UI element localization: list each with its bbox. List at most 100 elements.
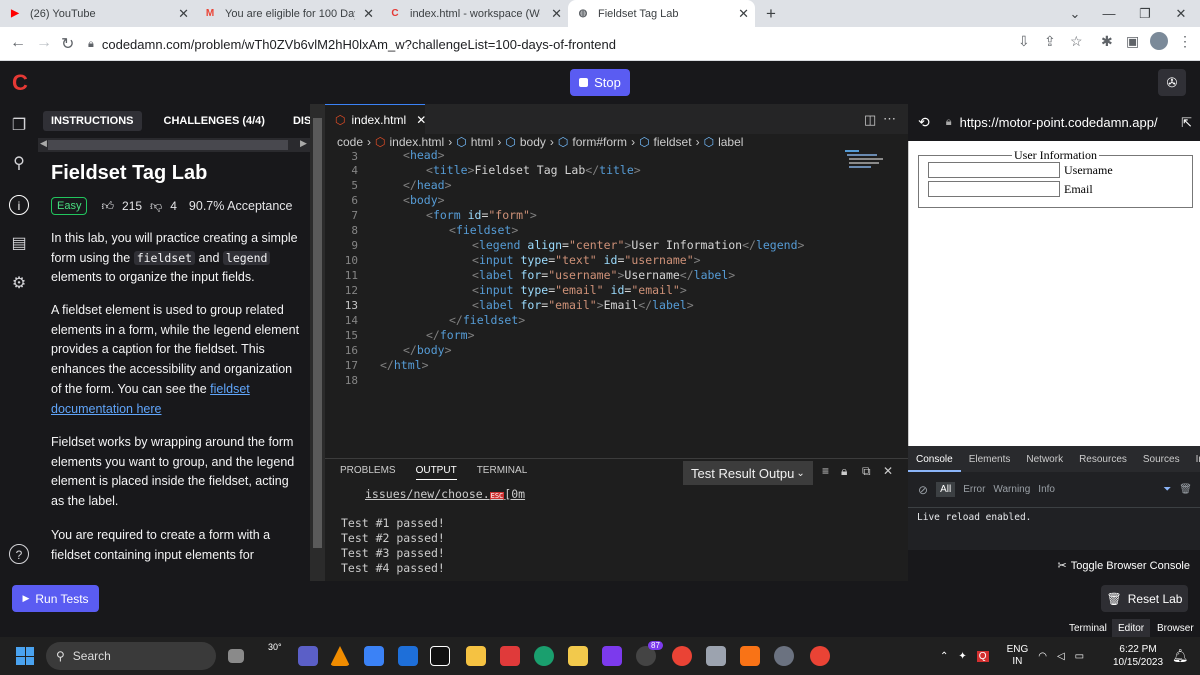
filter-funnel-icon[interactable]: ⏷ bbox=[1163, 484, 1171, 495]
notification-bell-icon[interactable]: 🔔︎ bbox=[1172, 648, 1189, 664]
reload-icon[interactable]: ↻ bbox=[61, 34, 74, 54]
forward-icon[interactable]: → bbox=[36, 34, 52, 52]
tab-challenges[interactable]: CHALLENGES (4/4) bbox=[156, 111, 273, 131]
search-icon[interactable]: ⚲ bbox=[9, 154, 29, 174]
toggle-console-button[interactable]: ✂ Toggle Browser Console bbox=[908, 550, 1200, 581]
taskbar-search[interactable]: ⚲ Search bbox=[46, 642, 216, 670]
sublime-icon[interactable] bbox=[740, 646, 760, 666]
more-actions-icon[interactable]: ⋯ bbox=[883, 111, 896, 127]
code-app-icon[interactable] bbox=[430, 646, 450, 666]
tab-gmail[interactable]: M You are eligible for 100 Days Of ✕ bbox=[195, 0, 380, 27]
tab-instructions[interactable]: INSTRUCTIONS bbox=[43, 111, 142, 131]
volume-icon[interactable]: ◁ bbox=[1057, 651, 1065, 662]
horizontal-scrollbar[interactable]: ◀ ▶ bbox=[38, 138, 310, 152]
filter-warning[interactable]: Warning bbox=[993, 484, 1030, 495]
crumb[interactable]: label bbox=[718, 135, 743, 149]
input-language[interactable]: ENG IN bbox=[1007, 644, 1029, 668]
crumb[interactable]: html bbox=[471, 135, 494, 149]
app-icon[interactable] bbox=[774, 646, 794, 666]
crumb[interactable]: body bbox=[520, 135, 546, 149]
edge-icon[interactable] bbox=[534, 646, 554, 666]
weather-widget[interactable]: 30° bbox=[268, 642, 282, 652]
tab-resources[interactable]: Resources bbox=[1071, 454, 1135, 465]
mail-icon[interactable] bbox=[398, 646, 418, 666]
lock-scroll-icon[interactable]: 🔒︎ bbox=[841, 464, 847, 479]
extensions-icon[interactable]: ✱ bbox=[1101, 33, 1113, 50]
codedamn-logo[interactable]: C bbox=[12, 70, 28, 96]
install-icon[interactable]: ⇩ bbox=[1018, 33, 1030, 50]
clock[interactable]: 6:22 PM 10/15/2023 bbox=[1113, 643, 1163, 669]
scrollbar-thumb[interactable] bbox=[48, 140, 288, 150]
tab-info[interactable]: Info bbox=[1188, 454, 1200, 465]
windows-start-icon[interactable] bbox=[16, 647, 34, 665]
close-tab-icon[interactable]: ✕ bbox=[178, 6, 189, 22]
refresh-icon[interactable]: ⟲ bbox=[918, 114, 930, 131]
tab-discussion[interactable]: DISCUS bbox=[285, 111, 310, 131]
run-tests-button[interactable]: ▶ Run Tests bbox=[12, 585, 99, 612]
help-icon[interactable]: ? bbox=[9, 544, 29, 564]
minimize-button[interactable]: — bbox=[1090, 0, 1128, 27]
files-icon[interactable]: ❐ bbox=[9, 116, 29, 136]
tab-sources[interactable]: Sources bbox=[1135, 454, 1188, 465]
scrollbar-thumb[interactable] bbox=[313, 118, 322, 548]
bookmark-star-icon[interactable]: ☆ bbox=[1070, 33, 1083, 50]
instructions-scrollbar[interactable] bbox=[310, 104, 325, 581]
trash-icon[interactable]: 🗑︎ bbox=[1179, 484, 1192, 495]
tab-search-icon[interactable]: ⌄ bbox=[1056, 0, 1094, 27]
teams-icon[interactable] bbox=[298, 646, 318, 666]
close-tab-icon[interactable]: ✕ bbox=[416, 113, 426, 127]
output-scrollbar[interactable] bbox=[894, 489, 908, 582]
editor-scrollbar[interactable] bbox=[896, 148, 908, 458]
app-icon[interactable] bbox=[568, 646, 588, 666]
gift-app-icon[interactable] bbox=[500, 646, 520, 666]
back-icon[interactable]: ← bbox=[10, 34, 26, 52]
open-external-icon[interactable]: ⇱ bbox=[1181, 115, 1192, 131]
url-input[interactable]: 🔒︎ codedamn.com/problem/wTh0ZVb6vlM2hH0l… bbox=[88, 31, 1088, 57]
filter-all[interactable]: All bbox=[936, 482, 956, 497]
tab-workspace[interactable]: C index.html - workspace (Worksp ✕ bbox=[380, 0, 568, 27]
menu-kebab-icon[interactable]: ⋮ bbox=[1178, 33, 1192, 50]
chevron-up-icon[interactable]: ⌃ bbox=[940, 651, 948, 662]
view-editor-button[interactable]: Editor bbox=[1112, 619, 1151, 637]
view-terminal-button[interactable]: Terminal bbox=[1063, 619, 1113, 637]
word-wrap-icon[interactable]: ≡ bbox=[822, 464, 829, 478]
tab-output[interactable]: OUTPUT bbox=[415, 465, 457, 480]
scroll-right-icon[interactable]: ▶ bbox=[300, 138, 307, 149]
minimap[interactable] bbox=[845, 148, 885, 178]
reset-lab-button[interactable]: 🗑︎ Reset Lab bbox=[1101, 585, 1188, 612]
filter-info[interactable]: Info bbox=[1038, 484, 1055, 495]
close-tab-icon[interactable]: ✕ bbox=[551, 6, 562, 22]
close-panel-icon[interactable]: ✕ bbox=[883, 464, 893, 478]
tab-youtube[interactable]: ▶ (26) YouTube ✕ bbox=[0, 0, 195, 27]
new-tab-button[interactable]: + bbox=[752, 0, 790, 27]
view-browser-button[interactable]: Browser bbox=[1151, 619, 1200, 637]
thumbs-down-icon[interactable]: 👎︎ bbox=[150, 199, 162, 214]
filter-error[interactable]: Error bbox=[963, 484, 985, 495]
app-icon[interactable] bbox=[602, 646, 622, 666]
crumb[interactable]: index.html bbox=[390, 135, 445, 149]
vlc-icon[interactable] bbox=[330, 646, 350, 666]
chrome-icon[interactable] bbox=[672, 646, 692, 666]
tab-problems[interactable]: PROBLEMS bbox=[340, 465, 396, 480]
preview-url[interactable]: https://motor-point.codedamn.app/ bbox=[960, 115, 1158, 130]
store-icon[interactable] bbox=[364, 646, 384, 666]
file-explorer-icon[interactable] bbox=[466, 646, 486, 666]
bug-report-button[interactable]: ✇ bbox=[1158, 69, 1186, 96]
editor-tab-index-html[interactable]: ⬡ index.html ✕ bbox=[325, 104, 426, 134]
task-view-icon[interactable] bbox=[228, 649, 244, 663]
close-tab-icon[interactable]: ✕ bbox=[738, 6, 749, 22]
share-icon[interactable]: ⇪ bbox=[1044, 33, 1056, 50]
crumb[interactable]: form#form bbox=[572, 135, 627, 149]
crumb[interactable]: code bbox=[337, 135, 363, 149]
close-tab-icon[interactable]: ✕ bbox=[363, 6, 374, 22]
tray-app-icon[interactable]: ✦ bbox=[958, 651, 966, 662]
tab-fieldset-lab[interactable]: ◍ Fieldset Tag Lab ✕ bbox=[568, 0, 755, 27]
stop-button[interactable]: Stop bbox=[570, 69, 630, 96]
app-icon[interactable] bbox=[706, 646, 726, 666]
gamepad-icon[interactable]: ▤ bbox=[9, 234, 29, 254]
thumbs-up-icon[interactable]: 👍︎ bbox=[101, 199, 114, 214]
maximize-panel-icon[interactable]: ⧉ bbox=[862, 464, 871, 479]
crumb[interactable]: fieldset bbox=[654, 135, 692, 149]
clear-console-icon[interactable]: ⊘ bbox=[918, 483, 928, 497]
email-input[interactable] bbox=[928, 181, 1060, 197]
